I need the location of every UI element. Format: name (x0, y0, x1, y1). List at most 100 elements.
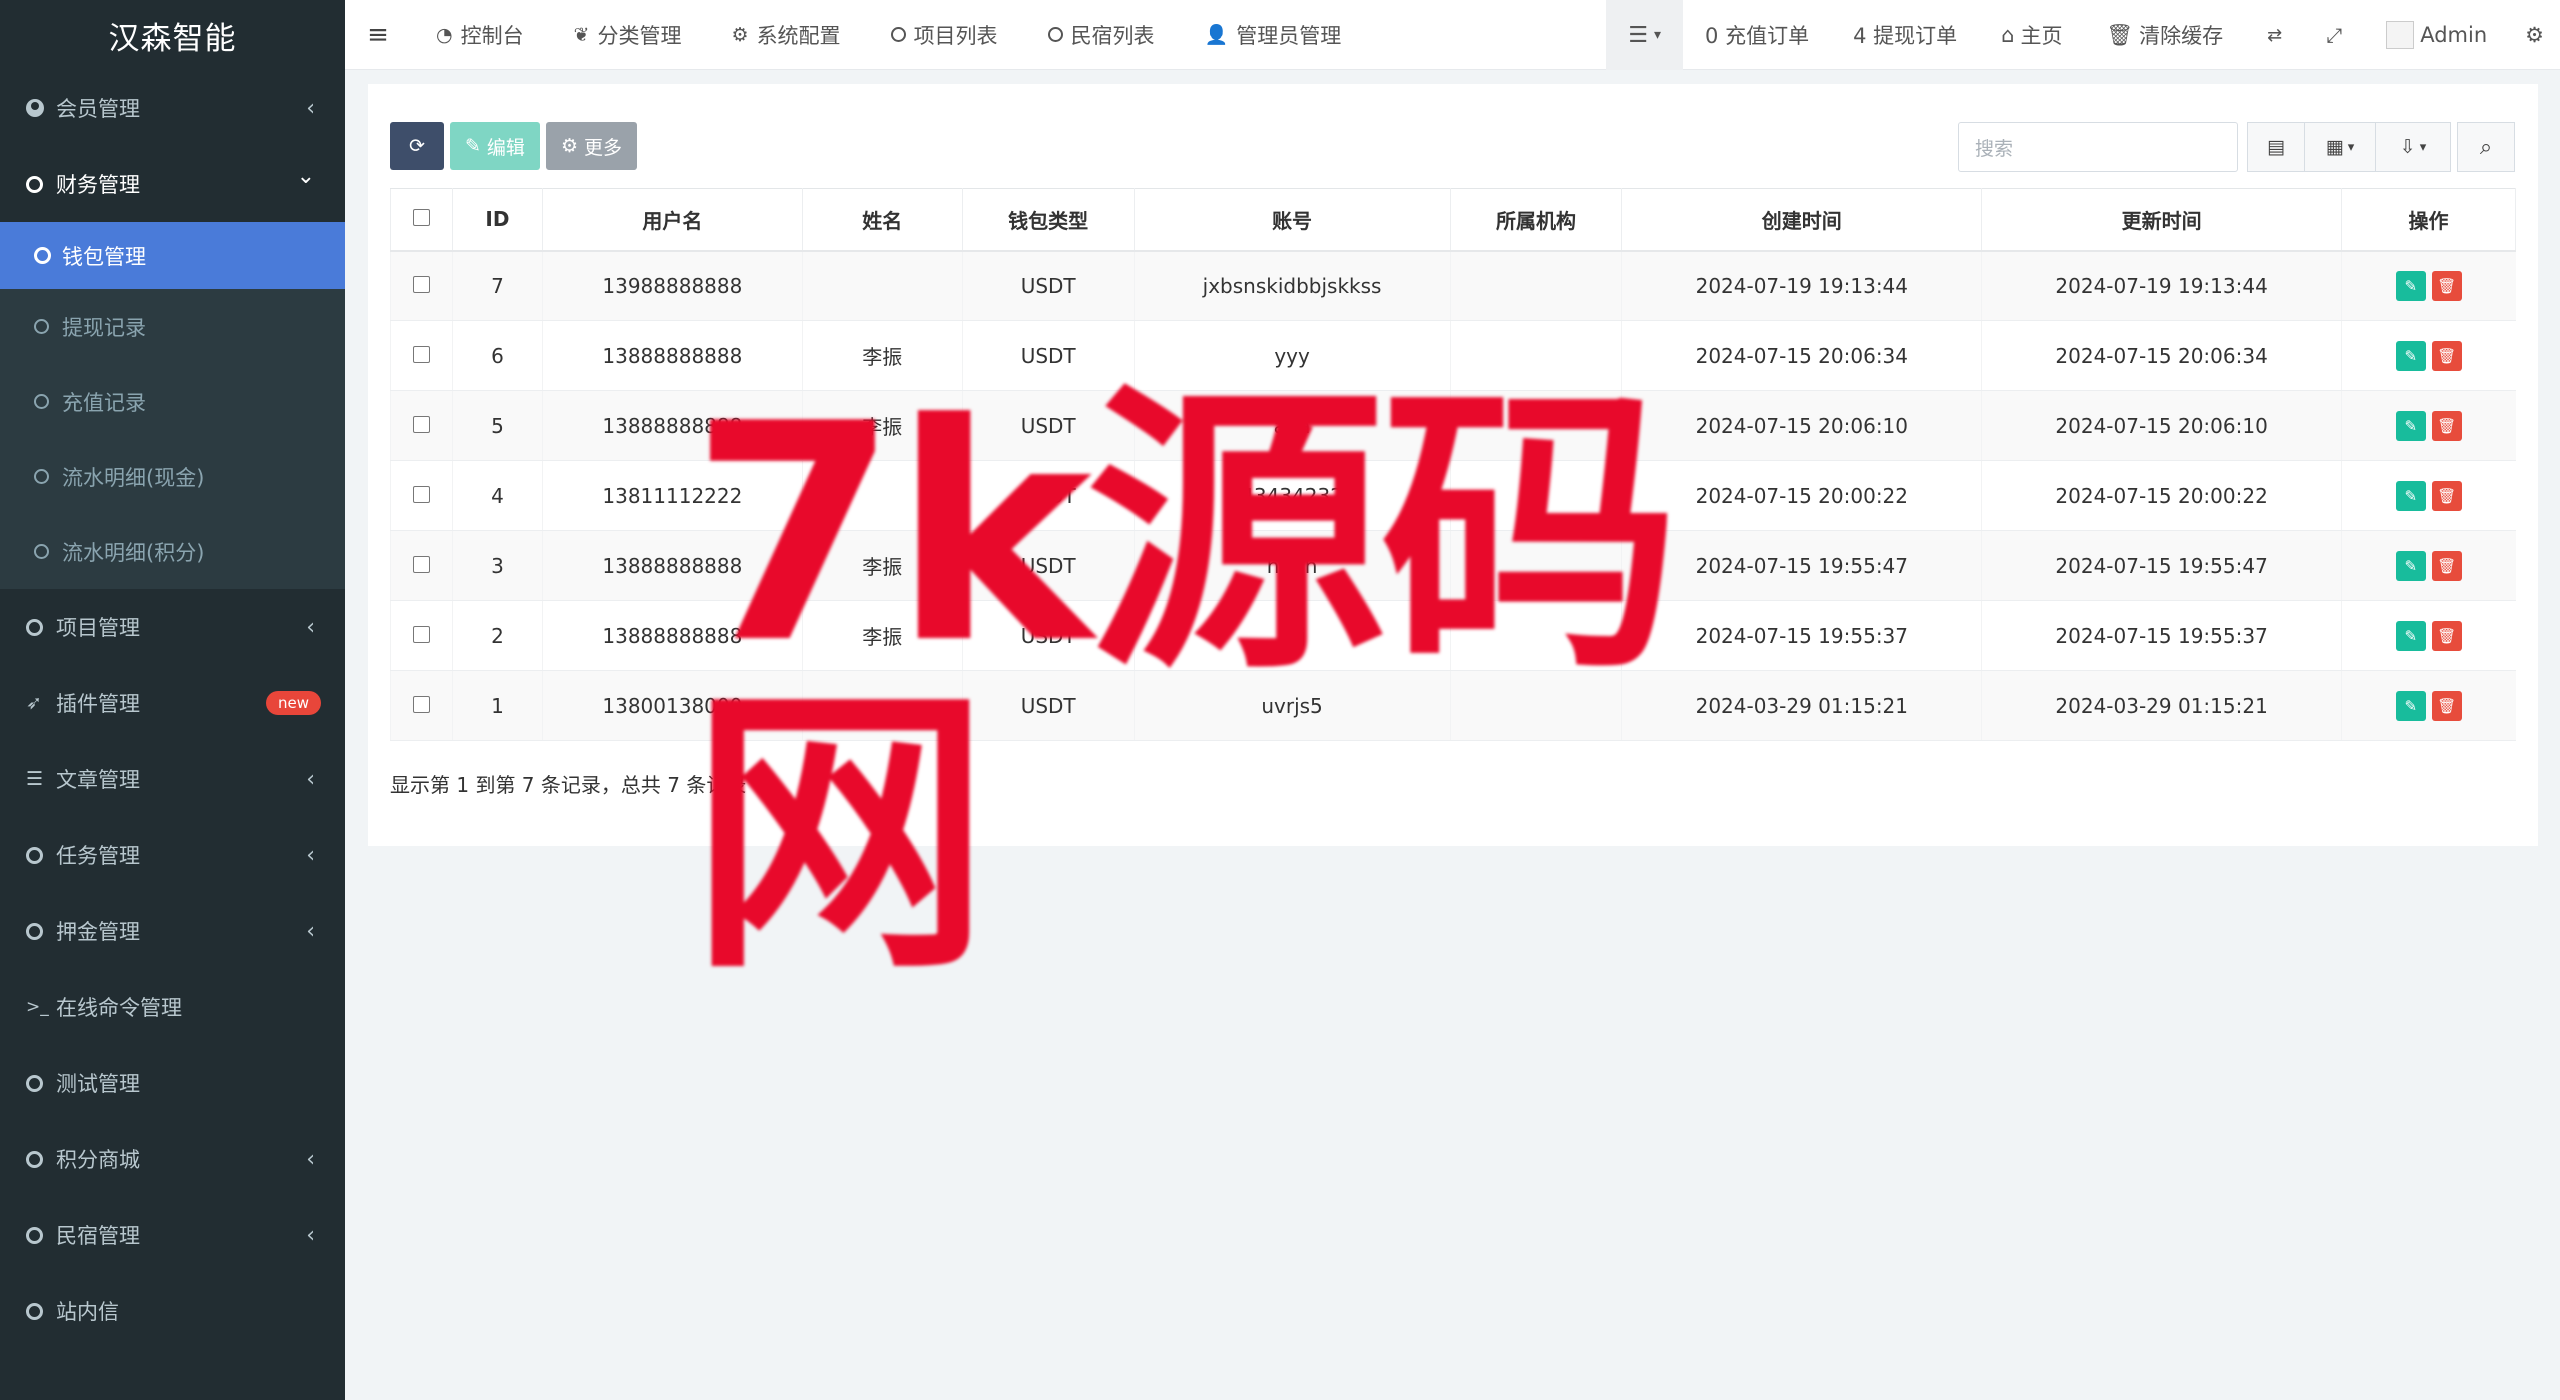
more-button[interactable]: ⚙ 更多 (545, 122, 637, 170)
cell-actions: ✎ 🗑 (2341, 320, 2516, 391)
fullscreen-button[interactable]: ⤢ (2304, 0, 2364, 70)
tab-admin-manage[interactable]: 👤 管理员管理 (1180, 0, 1367, 70)
row-edit-icon[interactable]: ✎ (2395, 270, 2426, 301)
row-delete-icon[interactable]: 🗑 (2431, 480, 2462, 511)
column-header[interactable]: ID (451, 188, 543, 252)
row-delete-icon[interactable]: 🗑 (2431, 550, 2462, 581)
admin-name: Admin (2420, 23, 2488, 47)
sidebar-item-tasks[interactable]: 任务管理 ‹ (0, 817, 345, 893)
tab-project-list[interactable]: 项目列表 (866, 0, 1023, 70)
cell-updated: 2024-03-29 01:15:21 (1981, 670, 2342, 741)
sidebar-item-cash-flow[interactable]: 流水明细(现金) (0, 439, 345, 514)
sidebar-item-withdraw-records[interactable]: 提现记录 (0, 289, 345, 364)
refresh-button[interactable]: ⟳ (390, 122, 444, 170)
row-edit-icon[interactable]: ✎ (2395, 480, 2426, 511)
sidebar-item-recharge-records[interactable]: 充值记录 (0, 364, 345, 439)
columns-button[interactable]: ▦ ▾ (2304, 122, 2376, 172)
column-header[interactable]: 钱包类型 (961, 188, 1135, 252)
column-header[interactable]: 所属机构 (1449, 188, 1623, 252)
row-checkbox[interactable] (412, 625, 430, 643)
tab-dashboard[interactable]: ◔ 控制台 (411, 0, 549, 70)
column-header[interactable]: 用户名 (541, 188, 803, 252)
withdraw-orders-link[interactable]: 4 提现订单 (1831, 0, 1979, 70)
sidebar-item-points-flow[interactable]: 流水明细(积分) (0, 514, 345, 589)
row-edit-icon[interactable]: ✎ (2395, 340, 2426, 371)
row-edit-icon[interactable]: ✎ (2395, 690, 2426, 721)
home-link[interactable]: ⌂ 主页 (1979, 0, 2084, 70)
sidebar-item-projects[interactable]: 项目管理 ‹ (0, 589, 345, 665)
row-delete-icon[interactable]: 🗑 (2431, 340, 2462, 371)
row-checkbox[interactable] (412, 415, 430, 433)
terminal-icon: >_ (26, 997, 49, 1017)
sidebar-item-messages[interactable]: 站内信 (0, 1273, 345, 1349)
row-checkbox[interactable] (412, 275, 430, 293)
circle-icon (26, 922, 56, 940)
row-edit-icon[interactable]: ✎ (2395, 410, 2426, 441)
circle-icon (26, 175, 56, 193)
tab-label: 系统配置 (756, 23, 841, 48)
sidebar-item-homestay[interactable]: 民宿管理 ‹ (0, 1197, 345, 1273)
tab-homestay-list[interactable]: 民宿列表 (1023, 0, 1180, 70)
hamburger-icon[interactable]: ≡ (345, 20, 411, 50)
tab-system-config[interactable]: ⚙ 系统配置 (707, 0, 866, 70)
row-checkbox[interactable] (412, 695, 430, 713)
column-header[interactable]: 姓名 (801, 188, 963, 252)
tab-dropdown-button[interactable]: ☰ ▾ (1606, 0, 1684, 70)
recharge-orders-link[interactable]: 0 充值订单 (1683, 0, 1831, 70)
circle-icon (890, 27, 906, 42)
row-checkbox[interactable] (412, 485, 430, 503)
clear-cache-button[interactable]: 🗑 清除缓存 (2084, 0, 2245, 70)
sidebar-item-plugins[interactable]: ➶ 插件管理 new (0, 665, 345, 741)
row-edit-icon[interactable]: ✎ (2395, 550, 2426, 581)
sidebar-item-points-mall[interactable]: 积分商城 ‹ (0, 1121, 345, 1197)
app-logo[interactable]: 汉森智能 (0, 0, 345, 70)
cell-actions: ✎ 🗑 (2341, 390, 2516, 461)
sidebar-item-test[interactable]: 测试管理 (0, 1045, 345, 1121)
row-delete-icon[interactable]: 🗑 (2431, 690, 2462, 721)
sidebar-item-label: 钱包管理 (62, 244, 146, 269)
sidebar-item-finance[interactable]: 财务管理 ⌄ (0, 146, 345, 222)
sidebar-item-deposit[interactable]: 押金管理 ‹ (0, 893, 345, 969)
search-input[interactable]: 搜索 (1958, 122, 2238, 172)
cell-org (1449, 250, 1622, 321)
cell-id: 2 (451, 600, 543, 671)
tab-label: 管理员管理 (1236, 23, 1342, 48)
sidebar-item-members[interactable]: 会员管理 ‹ (0, 70, 345, 146)
caret-down-icon: ▾ (2419, 139, 2427, 155)
cell-id: 5 (451, 390, 543, 461)
row-delete-icon[interactable]: 🗑 (2431, 270, 2462, 301)
column-header[interactable]: 账号 (1133, 188, 1451, 252)
row-checkbox[interactable] (412, 345, 430, 363)
settings-button[interactable]: ⚙ (2509, 0, 2560, 70)
cell-actions: ✎ 🗑 (2341, 530, 2516, 601)
table-toolbar: ⟳ ✎ 编辑 ⚙ 更多 (390, 122, 637, 170)
language-button[interactable]: ⇄ (2245, 0, 2304, 70)
select-all-cell (390, 188, 453, 252)
search-toggle-button[interactable]: ⌕ (2457, 122, 2515, 172)
cell-actions: ✎ 🗑 (2341, 460, 2516, 531)
row-delete-icon[interactable]: 🗑 (2431, 620, 2462, 651)
sidebar-item-wallet[interactable]: 钱包管理 (0, 222, 345, 289)
table-header-row: ID 用户名 姓名 钱包类型 账号 所属机构 创建时间 更新时间 操作 (390, 188, 2516, 252)
row-select-cell (390, 530, 453, 601)
admin-user-menu[interactable]: Admin (2364, 0, 2509, 70)
cell-actions: ✎ 🗑 (2341, 670, 2516, 741)
gears-icon: ⚙ (2525, 23, 2544, 47)
row-delete-icon[interactable]: 🗑 (2431, 410, 2462, 441)
column-header[interactable]: 更新时间 (1981, 188, 2342, 252)
document-icon: ▤ (2267, 136, 2285, 158)
export-button[interactable]: ⇩ ▾ (2375, 122, 2451, 172)
sidebar-item-articles[interactable]: ☰ 文章管理 ‹ (0, 741, 345, 817)
expand-icon: ⤢ (2326, 23, 2343, 47)
toggle-card-view-button[interactable]: ▤ (2247, 122, 2305, 172)
edit-button[interactable]: ✎ 编辑 (450, 122, 540, 170)
cell-wallet-type: USDT (961, 250, 1135, 321)
select-all-checkbox[interactable] (412, 209, 430, 227)
tab-label: 分类管理 (597, 23, 682, 48)
row-checkbox[interactable] (412, 555, 430, 573)
sidebar-item-label: 民宿管理 (56, 1224, 140, 1248)
sidebar-item-online-command[interactable]: >_ 在线命令管理 (0, 969, 345, 1045)
column-header[interactable]: 创建时间 (1621, 188, 1983, 252)
tab-category[interactable]: ❦ 分类管理 (549, 0, 707, 70)
row-edit-icon[interactable]: ✎ (2395, 620, 2426, 651)
